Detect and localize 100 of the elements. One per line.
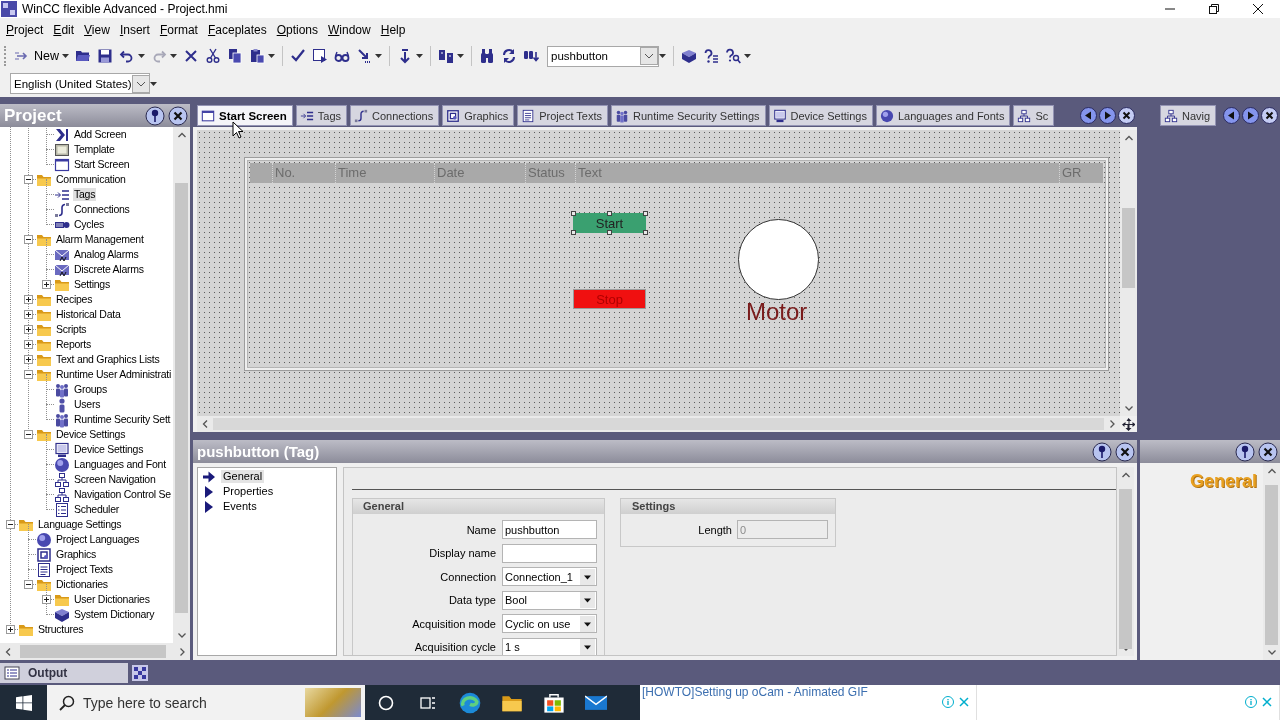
- vertical-scrollbar[interactable]: [1117, 467, 1134, 656]
- tree-item[interactable]: Cycles: [73, 218, 105, 231]
- caret-icon[interactable]: [457, 54, 464, 58]
- documents-icon[interactable]: [227, 48, 243, 64]
- language-combo[interactable]: English (United States): [10, 73, 150, 94]
- tree-item[interactable]: Discrete Alarms: [73, 263, 145, 276]
- scrollbar-thumb[interactable]: [1265, 485, 1278, 645]
- shopping-bag-icon[interactable]: [543, 691, 565, 714]
- search-combo[interactable]: pushbutton: [547, 45, 659, 67]
- menu-item[interactable]: View: [79, 22, 115, 38]
- tree-item[interactable]: Runtime Security Sett: [73, 413, 172, 426]
- close-icon[interactable]: [1118, 107, 1135, 124]
- pin-icon[interactable]: [1092, 441, 1112, 462]
- output-tab[interactable]: Output: [0, 663, 128, 683]
- editor-tab[interactable]: Sc: [1013, 105, 1055, 126]
- tree-item[interactable]: Project Texts: [55, 563, 114, 576]
- caret-icon[interactable]: [375, 54, 382, 58]
- minus-box-icon[interactable]: [23, 580, 33, 589]
- dropdown-field[interactable]: Bool: [502, 590, 597, 610]
- undo-icon[interactable]: [119, 48, 135, 64]
- caret-icon[interactable]: [268, 54, 275, 58]
- tree-item[interactable]: Text and Graphics Lists: [55, 353, 161, 366]
- plus-box-icon[interactable]: [23, 325, 33, 334]
- editor-tab[interactable]: Runtime Security Settings: [611, 105, 766, 126]
- tree-item[interactable]: Add Screen: [73, 128, 128, 141]
- scissors-icon[interactable]: [205, 48, 221, 64]
- grid-icon[interactable]: [132, 665, 148, 681]
- menu-item[interactable]: Options: [271, 22, 324, 38]
- swirl-icon[interactable]: [459, 691, 481, 714]
- check-icon[interactable]: [290, 48, 306, 64]
- tree-item[interactable]: Language Settings: [37, 518, 123, 531]
- ad-link[interactable]: [HOWTO]Setting up oCam - Animated GIF: [642, 686, 868, 698]
- tree-item[interactable]: Project Languages: [55, 533, 141, 546]
- dropdown-field[interactable]: Cyclic on use: [502, 614, 597, 634]
- close-icon[interactable]: [1261, 107, 1278, 124]
- editor-tab[interactable]: Start Screen: [197, 105, 293, 126]
- scrollbar-thumb[interactable]: [175, 183, 188, 613]
- help-search-icon[interactable]: [725, 48, 741, 64]
- menu-item[interactable]: Faceplates: [202, 22, 272, 38]
- close-icon[interactable]: [168, 105, 188, 126]
- tree-item[interactable]: Graphics: [55, 548, 97, 561]
- restore-icon[interactable]: [1209, 4, 1219, 14]
- tree-item[interactable]: Device Settings: [55, 428, 127, 441]
- columns-icon[interactable]: [438, 48, 454, 64]
- pin-icon[interactable]: [145, 105, 165, 126]
- tree-item[interactable]: Runtime User Administrati: [55, 368, 173, 381]
- caret-down-icon[interactable]: [580, 592, 595, 609]
- minus-box-icon[interactable]: [23, 370, 33, 379]
- tree-item[interactable]: User Dictionaries: [73, 593, 151, 606]
- tree-item[interactable]: Screen Navigation: [73, 473, 157, 486]
- toolbar-grip[interactable]: [4, 46, 8, 66]
- binoculars-icon[interactable]: [479, 48, 495, 64]
- arrow-diagonal-icon[interactable]: [356, 48, 372, 64]
- editor-tab[interactable]: Connections: [350, 105, 440, 126]
- minus-box-icon[interactable]: [23, 430, 33, 439]
- triangle-right-icon[interactable]: [1242, 107, 1259, 124]
- caret-down-icon[interactable]: [580, 615, 595, 632]
- plus-box-icon[interactable]: [41, 280, 51, 289]
- arrows-cycle-icon[interactable]: [501, 48, 517, 64]
- tree-item[interactable]: Users: [73, 398, 102, 411]
- new-button[interactable]: New: [11, 48, 62, 64]
- horizontal-scrollbar[interactable]: [197, 416, 1120, 432]
- tree-item[interactable]: Navigation Control Se: [73, 488, 172, 501]
- tree-item[interactable]: Languages and Font: [73, 458, 167, 471]
- panes-lines-icon[interactable]: [420, 694, 436, 711]
- menu-item[interactable]: Help: [375, 22, 411, 38]
- menu-item[interactable]: Window: [323, 22, 376, 38]
- tree-item[interactable]: Dictionaries: [55, 578, 109, 591]
- scrollbar-thumb[interactable]: [1119, 489, 1132, 649]
- caret-down-icon[interactable]: [580, 568, 595, 585]
- window-play-icon[interactable]: [312, 48, 328, 64]
- triangle-left-icon[interactable]: [1223, 107, 1240, 124]
- scrollbar-thumb[interactable]: [1122, 208, 1135, 288]
- tree-item[interactable]: Scripts: [55, 323, 88, 336]
- dropdown-field[interactable]: 1 s: [502, 637, 597, 655]
- tree-item[interactable]: Groups: [73, 383, 108, 396]
- caret-icon[interactable]: [138, 54, 145, 58]
- binoculars-arrow-icon[interactable]: [523, 48, 539, 64]
- editor-tab[interactable]: Navig: [1160, 105, 1217, 126]
- move-arrows-icon[interactable]: [1122, 417, 1135, 431]
- caret-icon[interactable]: [150, 81, 157, 86]
- caret-icon[interactable]: [744, 54, 751, 58]
- tree-item[interactable]: Device Settings: [73, 443, 145, 456]
- plus-box-icon[interactable]: [5, 625, 15, 634]
- tree-item[interactable]: Tags: [73, 188, 97, 201]
- tree-item[interactable]: Alarm Management: [55, 233, 145, 246]
- plus-box-icon[interactable]: [23, 295, 33, 304]
- pin-icon[interactable]: [1235, 441, 1255, 462]
- plus-box-icon[interactable]: [23, 355, 33, 364]
- tree-item[interactable]: Structures: [37, 623, 85, 636]
- tree-item[interactable]: Reports: [55, 338, 92, 351]
- tree-item[interactable]: Recipes: [55, 293, 94, 306]
- editor-tab[interactable]: Project Texts: [517, 105, 608, 126]
- tree-item[interactable]: Template: [73, 143, 116, 156]
- menu-item[interactable]: Format: [154, 22, 203, 38]
- ring-icon[interactable]: [378, 694, 394, 711]
- tree-item[interactable]: Communication: [55, 173, 127, 186]
- editor-tab[interactable]: Languages and Fonts: [876, 105, 1011, 126]
- plus-box-icon[interactable]: [23, 340, 33, 349]
- vertical-scrollbar[interactable]: [173, 127, 190, 643]
